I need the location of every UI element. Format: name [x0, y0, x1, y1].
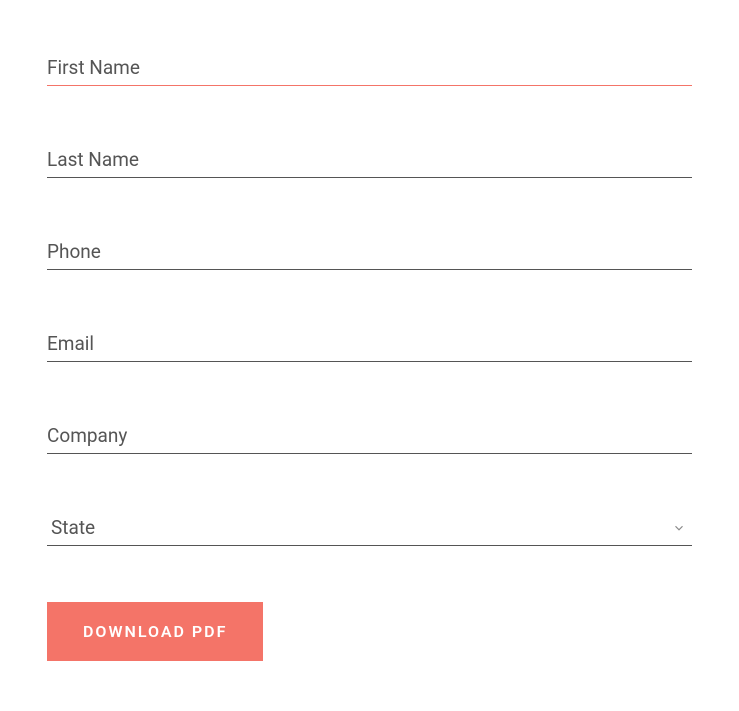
phone-input[interactable]: [47, 234, 692, 270]
company-field-wrapper: [47, 418, 692, 454]
download-pdf-button[interactable]: DOWNLOAD PDF: [47, 602, 263, 661]
first-name-input[interactable]: [47, 50, 692, 86]
last-name-input[interactable]: [47, 142, 692, 178]
chevron-down-icon: [672, 521, 686, 535]
state-select-label: State: [51, 516, 95, 539]
email-field-wrapper: [47, 326, 692, 362]
download-form: State DOWNLOAD PDF: [47, 50, 692, 661]
phone-field-wrapper: [47, 234, 692, 270]
email-input[interactable]: [47, 326, 692, 362]
company-input[interactable]: [47, 418, 692, 454]
last-name-field-wrapper: [47, 142, 692, 178]
first-name-field-wrapper: [47, 50, 692, 86]
state-select[interactable]: State: [47, 510, 692, 546]
